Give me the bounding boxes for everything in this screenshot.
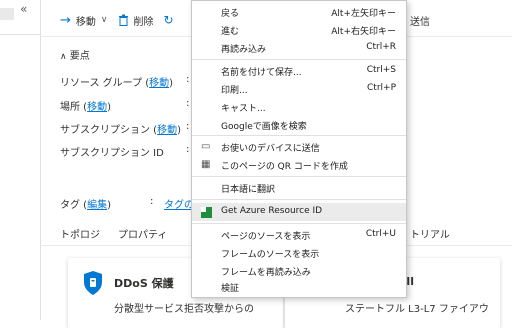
essentials-header[interactable]: ∧ 要点 xyxy=(60,47,90,62)
menu-item-send-to-devices[interactable]: ▭ お使いのデバイスに送信 xyxy=(192,138,406,156)
subscription-id-label: サブスクリプション ID xyxy=(60,148,164,159)
menu-item-view-source[interactable]: ページのソースを表示 Ctrl+U xyxy=(192,226,406,244)
browser-context-menu: 戻る Alt+左矢印キー 進む Alt+右矢印キー 再読み込み Ctrl+R 名… xyxy=(191,0,407,298)
menu-separator xyxy=(192,176,406,177)
tab-properties[interactable]: プロパティ xyxy=(118,226,167,241)
row-colon: : xyxy=(186,98,190,109)
menu-separator xyxy=(192,135,406,136)
row-colon: : xyxy=(150,196,154,207)
tags-value-link[interactable]: タグの xyxy=(164,196,194,211)
move-button[interactable]: → 移動 ∨ xyxy=(60,13,108,28)
menu-item-cast[interactable]: キャスト... xyxy=(192,98,406,116)
menu-item-view-frame-source[interactable]: フレームのソースを表示 xyxy=(192,244,406,262)
collapse-panel-icon[interactable]: « xyxy=(20,2,27,16)
menu-item-back[interactable]: 戻る Alt+左矢印キー xyxy=(192,3,406,21)
menu-item-print[interactable]: 印刷... Ctrl+P xyxy=(192,80,406,98)
menu-separator xyxy=(192,59,406,60)
azure-extension-icon xyxy=(201,207,212,218)
tags-edit-link[interactable]: 編集 xyxy=(87,200,107,211)
delete-button[interactable]: 削除 xyxy=(118,13,154,28)
row-colon: : xyxy=(186,121,190,132)
menu-item-inspect[interactable]: 検証 xyxy=(192,278,406,296)
card-description: 分散型サービス拒否攻撃からの xyxy=(114,304,254,315)
delete-label: 削除 xyxy=(133,16,154,28)
move-label: 移動 xyxy=(75,16,96,28)
menu-item-forward[interactable]: 進む Alt+右矢印キー xyxy=(192,21,406,39)
subscription-label: サブスクリプション (移動) xyxy=(60,125,181,136)
resource-group-label: リソース グループ (移動) xyxy=(60,78,174,89)
menu-separator xyxy=(192,199,406,200)
card-title: DDoS 保護 xyxy=(114,277,174,290)
menu-item-qr-code[interactable]: ▦ このページの QR コードを作成 xyxy=(192,156,406,174)
tab-tutorial[interactable]: トリアル xyxy=(410,226,450,241)
row-colon: : xyxy=(186,144,190,155)
trash-icon xyxy=(118,14,128,26)
location-move-link[interactable]: 移動 xyxy=(87,102,107,113)
refresh-icon[interactable]: ↻ xyxy=(164,13,174,27)
tags-label: タグ (編集) xyxy=(60,200,111,211)
subscription-move-link[interactable]: 移動 xyxy=(157,125,177,136)
send-button[interactable]: 送信 xyxy=(410,13,430,28)
chevron-down-icon: ∨ xyxy=(100,15,108,25)
shield-icon xyxy=(84,271,102,295)
location-label: 場所 (移動) xyxy=(60,102,111,113)
menu-item-reload[interactable]: 再読み込み Ctrl+R xyxy=(192,39,406,57)
arrow-right-icon: → xyxy=(60,12,71,28)
left-navigation-strip xyxy=(0,0,41,320)
qr-code-icon: ▦ xyxy=(201,159,211,170)
command-toolbar: → 移動 ∨ 削除 ↻ xyxy=(60,8,174,32)
menu-item-translate[interactable]: 日本語に翻訳 xyxy=(192,179,406,197)
menu-item-get-azure-resource-id[interactable]: Get Azure Resource ID xyxy=(192,203,406,221)
menu-item-save-as[interactable]: 名前を付けて保存... Ctrl+S xyxy=(192,62,406,80)
menu-item-search-image[interactable]: Googleで画像を検索 xyxy=(192,116,406,134)
essentials-label: 要点 xyxy=(69,51,90,62)
chevron-up-icon: ∧ xyxy=(60,52,67,62)
tab-bar: トポロジ プロパティ xyxy=(60,226,167,241)
row-colon: : xyxy=(186,74,190,85)
card-description: ステートフル L3-L7 ファイアウ xyxy=(345,304,489,315)
laptop-icon: ▭ xyxy=(201,141,211,152)
nav-divider xyxy=(0,34,40,35)
nav-band xyxy=(0,8,14,20)
menu-separator xyxy=(192,223,406,224)
tab-topology[interactable]: トポロジ xyxy=(60,226,100,241)
resource-group-move-link[interactable]: 移動 xyxy=(149,78,169,89)
